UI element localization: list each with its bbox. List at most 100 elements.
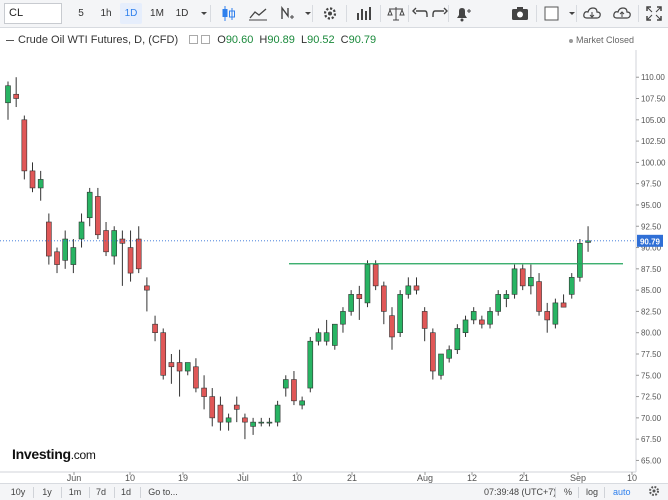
candle: [389, 307, 395, 350]
range-1m-button[interactable]: 1m: [65, 485, 85, 500]
candle: [127, 230, 134, 282]
utc-clock[interactable]: 07:39:48 (UTC+7): [484, 485, 556, 500]
close-value: 90.79: [348, 34, 377, 46]
candle: [111, 226, 118, 265]
candles-series: [5, 77, 591, 440]
series-settings-icon[interactable]: [201, 35, 211, 44]
range-1d-button[interactable]: 1d: [118, 485, 134, 500]
candle-body: [95, 196, 101, 236]
candle-body: [503, 294, 510, 299]
candles-icon[interactable]: [216, 3, 240, 24]
candle-body: [217, 404, 224, 423]
settings-icon[interactable]: [318, 3, 342, 24]
candle-body: [331, 323, 338, 346]
candle-body: [160, 332, 167, 376]
candle-body: [176, 362, 183, 372]
y-tick-label: 80.00: [641, 329, 662, 338]
auto-scale-toggle[interactable]: auto: [613, 485, 631, 500]
log-scale-toggle[interactable]: log: [586, 485, 598, 500]
candle: [21, 115, 28, 180]
range-7d-button[interactable]: 7d: [92, 485, 110, 500]
candle-body: [446, 349, 452, 359]
candle-body: [21, 119, 28, 172]
cloud-save-icon[interactable]: [610, 3, 634, 24]
candle: [577, 239, 583, 282]
candle: [242, 413, 248, 440]
candle: [119, 230, 126, 286]
candle: [323, 319, 330, 346]
y-tick-label: 95.00: [641, 201, 662, 210]
candle-body: [291, 379, 297, 402]
interval-1h-button[interactable]: 1h: [95, 3, 117, 24]
symbol-search-input[interactable]: CL: [4, 3, 62, 24]
chart-overlays: 90.79: [0, 234, 663, 265]
scale-icon[interactable]: [384, 3, 408, 24]
bar-chart-icon[interactable]: [352, 3, 376, 24]
y-tick-label: 92.50: [641, 222, 662, 231]
interval-1d-button[interactable]: 1D: [120, 3, 142, 24]
chevron-down-icon[interactable]: [296, 3, 311, 24]
y-tick-label: 82.50: [641, 307, 662, 316]
candle: [487, 307, 493, 329]
low-value: 90.52: [307, 34, 335, 46]
candle-body: [29, 170, 36, 189]
candle: [381, 281, 387, 325]
hide-series-icon[interactable]: [189, 35, 199, 44]
interval-1m-button[interactable]: 1M: [146, 3, 168, 24]
y-tick-label: 75.00: [641, 371, 662, 380]
chevron-down-icon[interactable]: [192, 3, 207, 24]
range-1y-button[interactable]: 1y: [38, 485, 56, 500]
area-chart-icon[interactable]: [246, 3, 270, 24]
fullscreen-icon[interactable]: [642, 3, 666, 24]
candle: [135, 226, 142, 274]
price-axis: 65.00 67.50 70.00 72.50 75.00 77.50 80.00 82.50…: [636, 73, 666, 465]
candle: [193, 358, 199, 393]
candle: [250, 417, 256, 435]
candle: [430, 328, 436, 380]
y-tick-label: 105.00: [641, 116, 666, 125]
percent-scale-toggle[interactable]: %: [564, 485, 572, 500]
price-chart[interactable]: 65.00 67.50 70.00 72.50 75.00 77.50 80.00 82.50…: [0, 50, 668, 483]
candle: [438, 353, 444, 380]
bottom-toolbar: 10y 1y 1m 7d 1d Go to... 07:39:48 (UTC+7…: [0, 483, 668, 500]
candle: [62, 230, 68, 269]
candle: [37, 170, 44, 201]
interval-dropdown-button[interactable]: 1D: [172, 3, 192, 24]
collapse-legend-icon[interactable]: [6, 39, 14, 41]
y-tick-label: 87.50: [641, 265, 662, 274]
alert-icon[interactable]: [450, 3, 474, 24]
interval-5-button[interactable]: 5: [70, 3, 92, 24]
x-tick-label: 21: [347, 473, 357, 483]
candle: [152, 315, 158, 342]
goto-date-button[interactable]: Go to...: [146, 485, 180, 500]
candle-body: [274, 404, 281, 423]
y-tick-label: 97.50: [641, 180, 662, 189]
range-10y-button[interactable]: 10y: [8, 485, 28, 500]
candle: [446, 345, 452, 363]
candle-body: [144, 285, 150, 291]
candle: [46, 213, 52, 265]
candle-body: [495, 294, 502, 312]
candle: [274, 400, 281, 427]
y-tick-label: 67.50: [641, 435, 662, 444]
candle-body: [111, 230, 118, 257]
candle-body: [46, 221, 52, 257]
candle: [291, 371, 297, 406]
chevron-down-icon[interactable]: [560, 3, 575, 24]
candle: [144, 277, 150, 312]
candle-body: [356, 294, 363, 299]
candle: [519, 264, 526, 291]
gear-icon[interactable]: [644, 482, 664, 500]
time-axis: Jun 10 19 Jul 10 21 Aug 12 21 Sep 10: [67, 472, 637, 483]
candle-body: [519, 268, 526, 287]
camera-icon[interactable]: [508, 3, 532, 24]
candle-body: [70, 247, 77, 265]
candle-body: [168, 362, 175, 368]
candle: [495, 290, 502, 316]
cloud-load-icon[interactable]: [580, 3, 604, 24]
candle-body: [454, 328, 461, 351]
candle-body: [479, 319, 485, 325]
candle-body: [152, 323, 158, 334]
candle-body: [372, 264, 379, 287]
candle-body: [511, 268, 518, 295]
